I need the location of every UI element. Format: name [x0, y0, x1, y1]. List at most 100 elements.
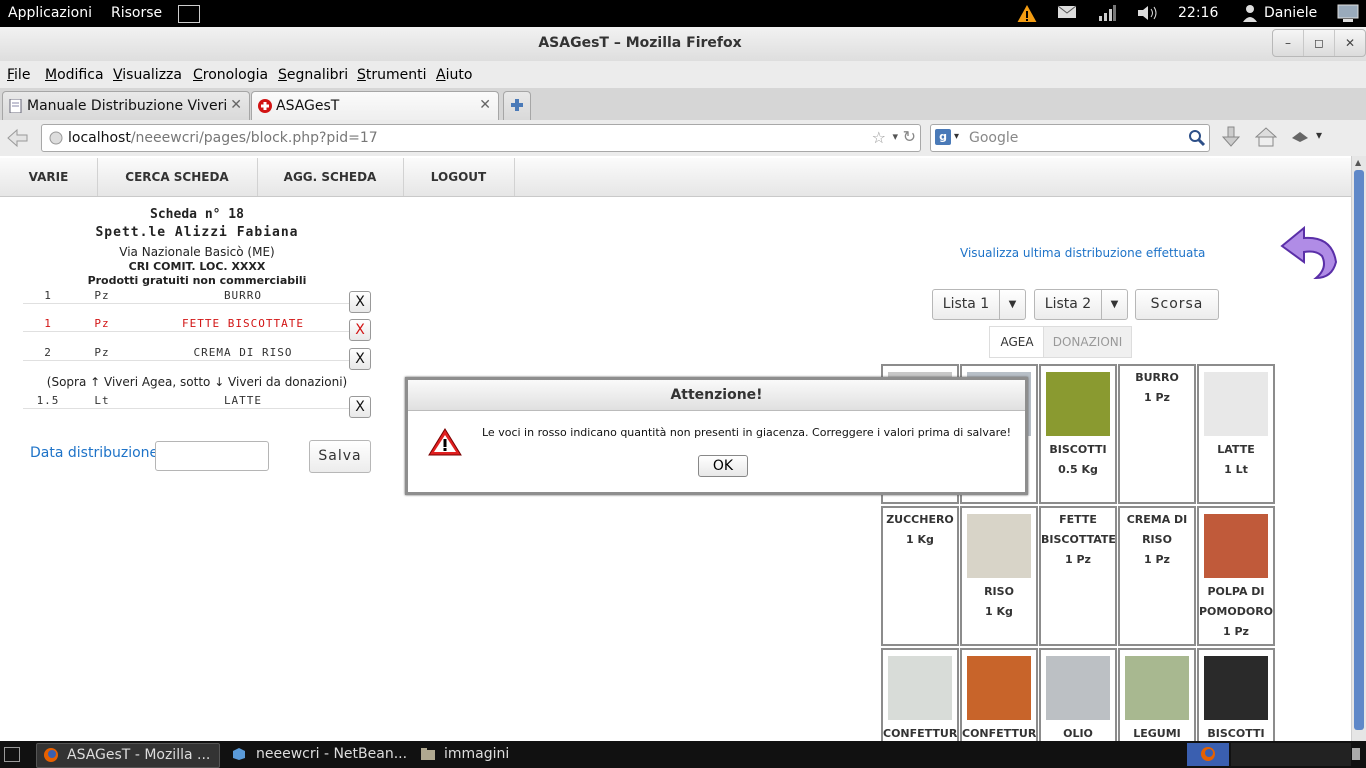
menu-visualizza[interactable]: Visualizza — [113, 67, 182, 83]
product-card[interactable]: CONFETTURA — [881, 648, 959, 741]
chevron-down-icon[interactable]: ▾ — [954, 131, 959, 142]
caret-down-icon[interactable]: ▼ — [1101, 290, 1127, 319]
remove-item-button[interactable]: X — [349, 319, 371, 341]
remove-item-button[interactable]: X — [349, 396, 371, 418]
taskbar-item-firefox[interactable]: ASAGesT - Mozilla ... — [36, 743, 220, 768]
product-image — [1204, 372, 1268, 436]
menu-file[interactable]: File — [7, 67, 30, 83]
nav-agg-scheda[interactable]: AGG. SCHEDA — [257, 158, 404, 196]
lista2-dropdown[interactable]: Lista 2 ▼ — [1034, 289, 1128, 320]
ok-button[interactable]: OK — [698, 455, 748, 477]
netbeans-icon — [233, 748, 245, 760]
nav-varie[interactable]: VARIE — [0, 158, 98, 196]
search-bar[interactable]: g ▾ Google — [930, 124, 1210, 152]
volume-icon[interactable] — [1137, 4, 1159, 22]
minimize-button[interactable]: – — [1273, 30, 1304, 56]
addon-icon[interactable] — [1290, 128, 1310, 146]
nav-cerca-scheda[interactable]: CERCA SCHEDA — [97, 158, 258, 196]
tab-manuale[interactable]: Manuale Distribuzione Viveri ✕ — [2, 91, 250, 120]
recipient-address: Via Nazionale Basicò (ME) — [119, 245, 275, 259]
search-icon[interactable] — [1188, 129, 1206, 147]
remove-item-button[interactable]: X — [349, 348, 371, 370]
product-name: LATTE — [1217, 443, 1255, 456]
product-card[interactable]: ZUCCHERO 1 Kg — [881, 506, 959, 646]
product-qty: 0.5 Kg — [1058, 463, 1098, 476]
nav-logout[interactable]: LOGOUT — [403, 158, 515, 196]
save-button[interactable]: Salva — [309, 440, 371, 473]
scorsa-button[interactable]: Scorsa — [1135, 289, 1219, 320]
new-tab-button[interactable] — [503, 91, 531, 120]
warning-icon — [428, 428, 462, 456]
product-card[interactable]: CONFETTURA — [960, 648, 1038, 741]
product-image — [1046, 372, 1110, 436]
product-card[interactable]: BISCOTTI — [1197, 648, 1275, 741]
product-card[interactable]: BURRO 1 Pz — [1118, 364, 1196, 504]
product-card[interactable]: RISO 1 Kg — [960, 506, 1038, 646]
menu-cronologia[interactable]: Cronologia — [193, 67, 268, 83]
tab-agea[interactable]: AGEA — [989, 326, 1045, 358]
back-icon[interactable] — [6, 127, 30, 149]
user-menu[interactable]: Daniele — [1264, 5, 1317, 21]
workspace-2[interactable] — [1231, 743, 1351, 766]
top-panel: Applicazioni Risorse 22:16 Daniele — [0, 0, 1366, 27]
applications-menu[interactable]: Applicazioni — [8, 5, 92, 21]
product-qty: 1 Kg — [906, 533, 934, 546]
places-menu[interactable]: Risorse — [111, 5, 162, 21]
date-input[interactable] — [155, 441, 269, 471]
back-arrow-icon[interactable] — [1274, 224, 1340, 282]
google-icon[interactable]: g — [935, 129, 951, 145]
caret-down-icon[interactable]: ▼ — [999, 290, 1025, 319]
clock[interactable]: 22:16 — [1178, 5, 1218, 21]
taskbar-item-immagini[interactable]: immagini — [414, 743, 596, 766]
menu-aiuto[interactable]: Aiuto — [436, 67, 472, 83]
product-card[interactable]: FETTE BISCOTTATE 1 Pz — [1039, 506, 1117, 646]
network-icon[interactable] — [1098, 4, 1116, 22]
close-tab-icon[interactable]: ✕ — [230, 97, 242, 113]
product-name: CONFETTURA — [883, 727, 959, 740]
warning-icon[interactable] — [1016, 4, 1038, 22]
scrollbar-thumb[interactable] — [1354, 170, 1364, 730]
product-image — [1204, 656, 1268, 720]
product-card[interactable]: CREMA DI RISO 1 Pz — [1118, 506, 1196, 646]
chevron-down-icon[interactable]: ▾ — [1316, 128, 1322, 142]
list-item: 1 Pz FETTE BISCOTTATE — [23, 317, 353, 332]
menu-segnalibri[interactable]: Segnalibri — [278, 67, 348, 83]
product-card[interactable]: BISCOTTI 0.5 Kg — [1039, 364, 1117, 504]
product-card[interactable]: LATTE 1 Lt — [1197, 364, 1275, 504]
globe-icon — [49, 131, 63, 145]
terminal-icon[interactable] — [178, 5, 200, 23]
vertical-scrollbar[interactable]: ▲ — [1351, 156, 1366, 741]
tab-donazioni[interactable]: DONAZIONI — [1043, 326, 1132, 358]
remove-item-button[interactable]: X — [349, 291, 371, 313]
product-card[interactable]: POLPA DI POMODORO 1 Pz — [1197, 506, 1275, 646]
user-icon — [1243, 5, 1257, 22]
home-icon[interactable] — [1255, 126, 1277, 148]
lista1-dropdown[interactable]: Lista 1 ▼ — [932, 289, 1026, 320]
scroll-up-icon[interactable]: ▲ — [1355, 158, 1361, 167]
chevron-down-icon[interactable]: ▾ — [892, 130, 898, 143]
reload-icon[interactable]: ↻ — [903, 127, 916, 146]
tab-asagest[interactable]: ASAGesT ✕ — [251, 91, 499, 120]
trash-icon[interactable] — [1352, 743, 1364, 766]
taskbar-item-netbeans[interactable]: neeewcri - NetBean... — [226, 743, 408, 766]
product-card[interactable]: OLIO — [1039, 648, 1117, 741]
shutdown-icon[interactable] — [1336, 4, 1360, 22]
close-window-button[interactable]: ✕ — [1335, 30, 1365, 56]
menu-modifica[interactable]: Modifica — [45, 67, 104, 83]
last-distribution-link[interactable]: Visualizza ultima distribuzione effettua… — [960, 246, 1205, 260]
site-nav: VARIE CERCA SCHEDA AGG. SCHEDA LOGOUT — [0, 158, 1351, 197]
url-bar[interactable]: localhost/neeewcri/pages/block.php?pid=1… — [41, 124, 921, 152]
download-icon[interactable] — [1221, 126, 1241, 150]
bookmark-star-icon[interactable]: ☆ — [872, 128, 886, 147]
menu-strumenti[interactable]: Strumenti — [357, 67, 427, 83]
product-card[interactable]: LEGUMI — [1118, 648, 1196, 741]
maximize-button[interactable]: ◻ — [1304, 30, 1335, 56]
workspace-switcher[interactable] — [1187, 743, 1229, 766]
search-input[interactable]: Google — [969, 130, 1018, 146]
product-name: LEGUMI — [1133, 727, 1181, 740]
product-qty: 1 Kg — [985, 605, 1013, 618]
url-text: localhost/neeewcri/pages/block.php?pid=1… — [68, 130, 378, 146]
show-desktop-icon[interactable] — [4, 743, 20, 766]
mail-icon[interactable] — [1057, 4, 1077, 22]
close-tab-icon[interactable]: ✕ — [479, 97, 491, 113]
